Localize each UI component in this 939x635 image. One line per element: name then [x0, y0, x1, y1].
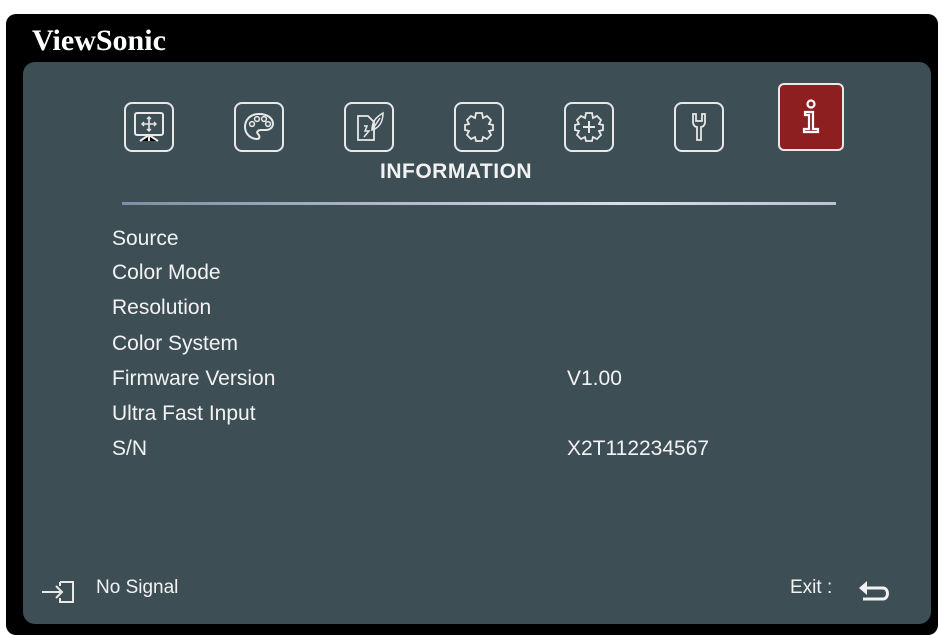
wrench-icon	[692, 113, 706, 141]
color-tab[interactable]	[234, 102, 284, 152]
input-source-icon	[42, 581, 74, 603]
info-icon	[802, 99, 820, 134]
info-row-ultra-fast-input: Ultra Fast Input	[112, 402, 872, 432]
info-label: Source	[112, 227, 179, 250]
display-icon	[134, 112, 164, 142]
advanced-tab[interactable]	[564, 102, 614, 152]
info-label: Color System	[112, 332, 239, 355]
display-tab[interactable]	[124, 102, 174, 152]
info-row-resolution: Resolution	[112, 296, 872, 326]
brand-logo: ViewSonic	[32, 24, 166, 57]
info-row-serial-number: S/N X2T112234567	[112, 437, 872, 467]
info-row-color-system: Color System	[112, 332, 872, 362]
basic-tab[interactable]	[454, 102, 504, 152]
info-label: Firmware Version	[112, 367, 276, 390]
info-row-source: Source	[112, 227, 872, 257]
info-label: Resolution	[112, 296, 212, 319]
signal-status: No Signal	[96, 577, 179, 598]
advanced-gear-icon	[574, 112, 604, 142]
info-value: X2T112234567	[567, 437, 710, 460]
info-value: V1.00	[567, 367, 622, 390]
power-leaf-icon	[357, 111, 384, 141]
page-title: INFORMATION	[380, 160, 533, 183]
title-divider	[122, 202, 836, 205]
info-row-color-mode: Color Mode	[112, 261, 872, 291]
info-row-firmware-version: Firmware Version V1.00	[112, 367, 872, 397]
info-label: Color Mode	[112, 261, 221, 284]
return-arrow-icon[interactable]	[855, 579, 895, 605]
info-label: S/N	[112, 437, 148, 460]
info-label: Ultra Fast Input	[112, 402, 256, 425]
palette-icon	[243, 112, 275, 141]
information-tab[interactable]	[778, 83, 844, 151]
power-tab[interactable]	[344, 102, 394, 152]
settings-tab[interactable]	[674, 102, 724, 152]
gear-icon	[464, 112, 494, 142]
exit-label: Exit :	[790, 577, 833, 598]
